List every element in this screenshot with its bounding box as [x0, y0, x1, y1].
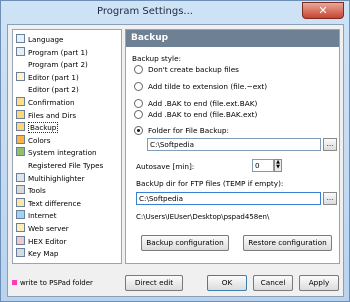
editor-icon: [16, 71, 25, 81]
tree-item-program-part-1[interactable]: Program (part 1): [16, 46, 88, 58]
tree-item-text-difference[interactable]: Text difference: [16, 197, 81, 209]
keyboard-icon: [16, 248, 25, 258]
radio-folder-backup-label[interactable]: Folder for File Backup:: [148, 126, 229, 135]
autosave-spinner[interactable]: ▲ ▼: [274, 159, 282, 172]
tree-item-label: Editor (part 1): [28, 72, 79, 82]
tree-item-language[interactable]: Language: [16, 34, 63, 45]
highlighter-icon: [16, 172, 25, 182]
tree-item-label: System integration: [28, 148, 97, 158]
write-to-pspad-note: write to PSPad folder: [12, 279, 93, 287]
radio-bak-end-label[interactable]: Add .BAK to end (file.ext.BAK): [148, 99, 257, 108]
panel-header: Backup: [126, 30, 339, 47]
web-server-icon: [16, 223, 25, 232]
radio-bak-middle-label[interactable]: Add .BAK to end (file.BAK.ext): [148, 110, 257, 119]
tree-item-label: Program (part 2): [28, 60, 88, 70]
tree-item-colors[interactable]: Colors: [16, 134, 51, 146]
tree-item-label: Confirmation: [28, 98, 75, 107]
ftp-dir-browse-button[interactable]: ...: [323, 192, 337, 205]
folder-icon: [16, 109, 25, 119]
tree-item-tools[interactable]: Tools: [16, 185, 46, 196]
ok-button[interactable]: OK: [207, 275, 247, 291]
language-icon: [16, 34, 25, 43]
backup-icon: [16, 122, 25, 132]
tree-item-label: Language: [28, 35, 64, 44]
tree-item-editor-part-2[interactable]: Editor (part 2): [28, 84, 79, 95]
radio-no-backup[interactable]: [134, 65, 143, 74]
direct-edit-button[interactable]: Direct edit: [125, 275, 183, 291]
autosave-input[interactable]: 0: [252, 159, 274, 172]
title-bar[interactable]: Program Settings... ✕: [1, 1, 349, 23]
close-icon: ✕: [318, 4, 328, 17]
ftp-dir-label: BackUp dir for FTP files (TEMP if empty)…: [136, 179, 284, 188]
tree-item-files-and-dirs[interactable]: Files and Dirs: [16, 109, 77, 121]
tree-item-label: Registered File Types: [28, 161, 104, 170]
tree-item-confirmation[interactable]: Confirmation: [16, 97, 75, 108]
dialog-body: Language Program (part 1) Program (part 2)…: [7, 24, 344, 297]
hex-icon: [16, 235, 25, 245]
pink-marker-icon: [12, 280, 17, 285]
backup-panel: Backup Backup style: Don't create backup…: [125, 29, 340, 264]
tree-item-label: Key Map: [28, 249, 59, 259]
autosave-label: Autosave [min]:: [136, 162, 195, 171]
restore-configuration-button[interactable]: Restore configuration: [243, 235, 332, 251]
tree-item-label: HEX Editor: [28, 236, 67, 246]
window-title: Program Settings...: [97, 6, 193, 17]
diff-icon: [16, 197, 25, 207]
config-path-text: C:\Users\IEUser\Desktop\pspad458en\: [136, 213, 270, 221]
tree-item-label: Backup: [28, 122, 59, 134]
confirmation-icon: [16, 97, 25, 106]
tree-item-key-map[interactable]: Key Map: [16, 248, 58, 259]
spin-down-icon[interactable]: ▼: [275, 165, 281, 170]
radio-bak-end[interactable]: [134, 99, 143, 108]
backup-configuration-button[interactable]: Backup configuration: [141, 235, 229, 251]
tree-item-hex-editor[interactable]: HEX Editor: [16, 235, 67, 247]
tree-item-label: Colors: [28, 135, 51, 145]
globe-icon: [16, 210, 25, 220]
tree-item-system-integration[interactable]: System integration: [16, 147, 97, 158]
radio-tilde[interactable]: [134, 82, 143, 91]
ftp-dir-input[interactable]: C:\Softpedia: [136, 192, 321, 205]
tree-item-label: Internet: [28, 211, 57, 221]
backup-folder-browse-button[interactable]: ...: [323, 138, 337, 151]
tree-item-label: Web server: [28, 224, 69, 233]
backup-style-label: Backup style:: [132, 54, 182, 63]
tree-item-web-server[interactable]: Web server: [16, 223, 69, 234]
radio-tilde-label[interactable]: Add tilde to extension (file.~ext): [148, 82, 267, 91]
apply-button[interactable]: Apply: [299, 275, 339, 291]
tree-item-editor-part-1[interactable]: Editor (part 1): [16, 71, 79, 83]
tree-item-label: Files and Dirs: [28, 110, 77, 120]
radio-bak-middle[interactable]: [134, 110, 143, 119]
radio-no-backup-label[interactable]: Don't create backup files: [148, 65, 239, 74]
windows-icon: [16, 147, 25, 157]
tree-item-program-part-2[interactable]: Program (part 2): [28, 59, 88, 70]
cancel-button[interactable]: Cancel: [253, 275, 293, 291]
tree-item-label: Tools: [28, 186, 46, 196]
program-icon: [16, 46, 25, 56]
tree-item-backup[interactable]: Backup: [16, 122, 59, 134]
colors-icon: [16, 134, 25, 144]
tree-item-multihighlighter[interactable]: Multihighlighter: [16, 172, 85, 184]
write-to-pspad-label: write to PSPad folder: [20, 279, 93, 287]
tree-item-label: Text difference: [28, 198, 81, 208]
settings-tree[interactable]: Language Program (part 1) Program (part 2)…: [12, 29, 122, 264]
tools-icon: [16, 185, 25, 195]
tree-item-registered-file-types[interactable]: Registered File Types: [28, 160, 103, 171]
backup-folder-input[interactable]: C:\Softpedia: [147, 138, 321, 151]
tree-item-label: Program (part 1): [28, 47, 88, 57]
tree-item-label: Multihighlighter: [28, 173, 85, 183]
tree-item-label: Editor (part 2): [28, 85, 79, 95]
close-button[interactable]: ✕: [302, 2, 344, 19]
radio-folder-backup[interactable]: [134, 126, 143, 135]
program-settings-window: Program Settings... ✕ Language Program (p…: [0, 0, 350, 302]
tree-item-internet[interactable]: Internet: [16, 210, 57, 221]
